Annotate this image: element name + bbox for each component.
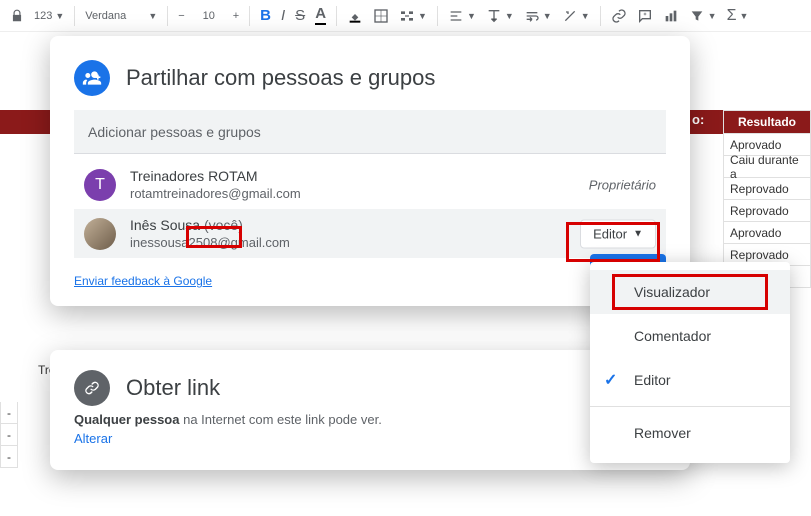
you-tag: (você) xyxy=(204,217,243,233)
valign-icon xyxy=(486,8,502,24)
functions-button[interactable]: Σ▼ xyxy=(723,4,753,28)
toolbar: 123▼ Verdana▼ − 10 + B I S A ▼ ▼ ▼ ▼ ▼ ▼ xyxy=(0,0,811,32)
avatar xyxy=(84,218,116,250)
person-owner: T Treinadores ROTAM rotamtreinadores@gma… xyxy=(74,160,666,209)
toolbar-numfmt[interactable]: 123▼ xyxy=(30,4,68,28)
row-header[interactable]: - xyxy=(0,424,18,446)
toolbar-font[interactable]: Verdana▼ xyxy=(81,4,161,28)
role-dropdown-button[interactable]: Editor ▼ xyxy=(580,219,656,248)
role-option-label: Comentador xyxy=(634,328,711,344)
merge-button[interactable]: ▼ xyxy=(395,4,431,28)
toolbar-currency[interactable] xyxy=(6,4,28,28)
italic-button[interactable]: I xyxy=(277,4,289,28)
chart-icon xyxy=(663,8,679,24)
borders-button[interactable] xyxy=(369,4,393,28)
halign-button[interactable]: ▼ xyxy=(444,4,480,28)
dropdown-separator xyxy=(590,406,790,407)
text-color-button[interactable]: A xyxy=(311,4,330,28)
paint-icon xyxy=(347,8,363,24)
toolbar-numfmt-label: 123 xyxy=(34,10,52,22)
font-size-input[interactable]: 10 xyxy=(191,4,227,28)
font-size-dec[interactable]: − xyxy=(174,4,188,28)
role-option-commenter[interactable]: Comentador xyxy=(590,314,790,358)
role-option-label: Remover xyxy=(634,425,691,441)
share-title: Partilhar com pessoas e grupos xyxy=(126,65,435,91)
rotate-icon xyxy=(562,8,578,24)
align-icon xyxy=(448,8,464,24)
row-header[interactable]: - xyxy=(0,402,18,424)
person-role: Proprietário xyxy=(589,177,656,192)
row-headers: - - - xyxy=(0,402,18,468)
result-cell[interactable]: Caiu durante a xyxy=(723,156,811,178)
comment-button[interactable] xyxy=(633,4,657,28)
get-link-title: Obter link xyxy=(126,375,220,401)
person-email: rotamtreinadores@gmail.com xyxy=(130,186,301,201)
strike-button[interactable]: S xyxy=(291,4,309,28)
fill-color-button[interactable] xyxy=(343,4,367,28)
add-people-placeholder: Adicionar pessoas e grupos xyxy=(88,124,261,140)
role-dropdown: Visualizador Comentador ✓ Editor Remover xyxy=(590,262,790,463)
link-button[interactable] xyxy=(607,4,631,28)
role-option-remove[interactable]: Remover xyxy=(590,411,790,455)
font-size-inc[interactable]: + xyxy=(229,4,243,28)
row-header[interactable]: - xyxy=(0,446,18,468)
toolbar-font-label: Verdana xyxy=(85,10,126,22)
link-description: Qualquer pessoa na Internet com este lin… xyxy=(74,412,666,427)
filter-icon xyxy=(689,8,705,24)
result-header: Resultado xyxy=(723,110,811,134)
role-option-viewer[interactable]: Visualizador xyxy=(590,270,790,314)
change-link[interactable]: Alterar xyxy=(74,431,112,446)
sigma-icon: Σ xyxy=(727,7,737,25)
valign-button[interactable]: ▼ xyxy=(482,4,518,28)
wrap-button[interactable]: ▼ xyxy=(520,4,556,28)
link-icon xyxy=(611,8,627,24)
wrap-icon xyxy=(524,8,540,24)
avatar: T xyxy=(84,169,116,201)
role-option-editor[interactable]: ✓ Editor xyxy=(590,358,790,402)
merge-icon xyxy=(399,8,415,24)
person-email: inessousa2508@gmail.com xyxy=(130,235,290,250)
check-icon: ✓ xyxy=(604,370,617,390)
chevron-down-icon: ▼ xyxy=(633,228,643,239)
person-name: Inês Sousa (você) xyxy=(130,217,290,233)
role-option-label: Editor xyxy=(634,372,671,388)
bold-button[interactable]: B xyxy=(256,4,275,28)
result-cell[interactable]: Aprovado xyxy=(723,222,811,244)
person-name: Treinadores ROTAM xyxy=(130,168,301,184)
role-option-label: Visualizador xyxy=(634,284,710,300)
lock-fill-icon xyxy=(10,9,24,23)
share-people-icon xyxy=(74,60,110,96)
filter-button[interactable]: ▼ xyxy=(685,4,721,28)
rotate-button[interactable]: ▼ xyxy=(558,4,594,28)
comment-icon xyxy=(637,8,653,24)
borders-icon xyxy=(373,8,389,24)
feedback-link[interactable]: Enviar feedback à Google xyxy=(74,274,212,288)
result-cell[interactable]: Reprovado xyxy=(723,178,811,200)
role-label: Editor xyxy=(593,226,627,241)
add-people-input[interactable]: Adicionar pessoas e grupos xyxy=(74,110,666,154)
result-cell[interactable]: Reprovado xyxy=(723,200,811,222)
person-me: Inês Sousa (você) inessousa2508@gmail.co… xyxy=(74,209,666,258)
link-circle-icon xyxy=(74,370,110,406)
col-header-o: o: xyxy=(692,112,704,127)
chart-button[interactable] xyxy=(659,4,683,28)
